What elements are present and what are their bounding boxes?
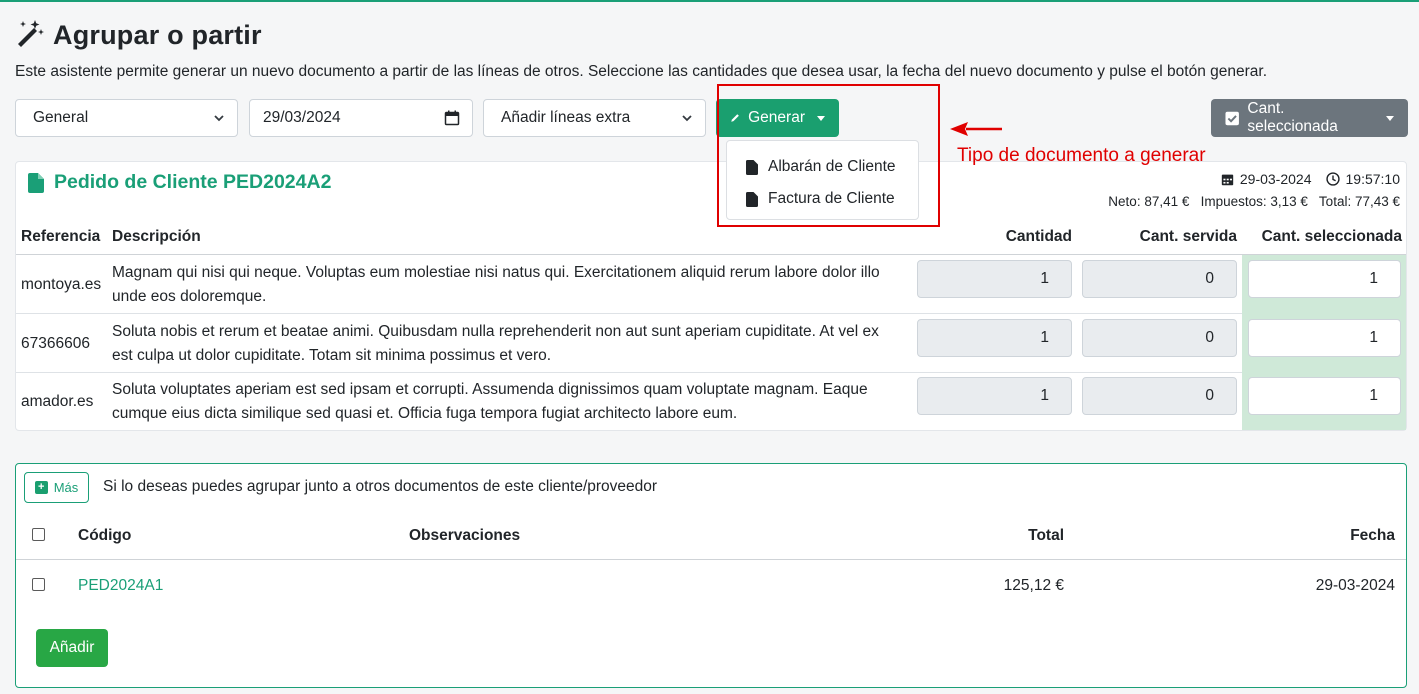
line-ref: 67366606	[21, 335, 90, 352]
group-col-date: Fecha	[1350, 527, 1395, 544]
line-ref: amador.es	[21, 393, 94, 410]
annotation-highlight-box	[717, 84, 940, 227]
line-served-input: 0	[1082, 260, 1237, 298]
row-checkbox[interactable]	[32, 578, 45, 591]
col-header-served: Cant. servida	[1139, 228, 1237, 245]
line-desc-2: cumque eius dicta similique sed quasi et…	[112, 405, 738, 422]
line-selected-input[interactable]: 1	[1248, 319, 1401, 357]
line-qty-input: 1	[917, 377, 1072, 415]
type-select[interactable]: General	[15, 99, 238, 137]
line-desc-2: est culpa ut dolor cupiditate. Totam sit…	[112, 347, 552, 364]
document-code-link[interactable]: PED2024A1	[78, 577, 163, 595]
chevron-down-icon	[214, 115, 224, 122]
date-input[interactable]: 29/03/2024	[249, 99, 473, 137]
date-input-value: 29/03/2024	[263, 109, 341, 126]
document-title-text: Pedido de Cliente PED2024A2	[54, 171, 332, 193]
line-desc-1: Magnam qui nisi qui neque. Voluptas eum …	[112, 264, 880, 281]
checkbox-checked-icon	[1225, 111, 1239, 125]
selected-qty-button[interactable]: Cant. seleccionada	[1211, 99, 1408, 137]
chevron-down-icon	[682, 115, 692, 122]
line-ref: montoya.es	[21, 276, 102, 293]
calendar-icon[interactable]	[444, 110, 460, 126]
annotation-text: Tipo de documento a generar	[957, 145, 1206, 166]
row-divider	[16, 372, 1242, 373]
col-header-selected: Cant. seleccionada	[1261, 228, 1402, 245]
group-col-total: Total	[1028, 527, 1064, 544]
line-qty-input: 1	[917, 319, 1072, 357]
page-intro: Este asistente permite generar un nuevo …	[15, 63, 1267, 80]
document-totals: Neto: 87,41 € Impuestos: 3,13 € Total: 7…	[1108, 194, 1400, 209]
group-hint: Si lo deseas puedes agrupar junto a otro…	[103, 478, 658, 495]
extra-lines-select[interactable]: Añadir líneas extra	[483, 99, 706, 137]
caret-down-icon	[1386, 115, 1394, 121]
document-date: 29-03-2024	[1315, 577, 1395, 594]
document-date: 29-03-2024	[1239, 171, 1312, 187]
selected-qty-button-label: Cant. seleccionada	[1247, 100, 1338, 135]
extra-lines-select-value: Añadir líneas extra	[501, 109, 631, 126]
row-divider	[16, 313, 1242, 314]
col-header-qty: Cantidad	[1005, 228, 1072, 245]
document-time: 19:57:10	[1345, 171, 1401, 187]
calendar-icon	[1221, 174, 1234, 185]
top-accent-line	[0, 0, 1419, 2]
clock-icon	[1325, 172, 1340, 186]
line-desc-1: Soluta nobis et rerum et beatae animi. Q…	[112, 323, 879, 340]
type-select-value: General	[33, 109, 89, 126]
page-title: Agrupar o partir	[53, 20, 262, 50]
line-desc-1: Soluta voluptates aperiam est sed ipsam …	[112, 381, 868, 398]
group-header-divider	[16, 559, 1406, 560]
magic-wand-icon	[15, 18, 45, 53]
page-header: Agrupar o partir	[15, 18, 262, 53]
table-header-divider	[16, 254, 1406, 255]
col-header-desc: Descripción	[112, 228, 201, 245]
more-button-label: Más	[53, 480, 79, 495]
line-served-input: 0	[1082, 319, 1237, 357]
document-title[interactable]: Pedido de Cliente PED2024A2	[28, 171, 331, 194]
group-documents-card	[15, 463, 1407, 688]
file-icon	[28, 172, 44, 193]
document-total: 125,12 €	[1003, 577, 1064, 594]
line-selected-input[interactable]: 1	[1248, 377, 1401, 415]
plus-square-icon: +	[34, 481, 48, 494]
document-datetime: 29-03-2024 19:57:10	[1221, 171, 1400, 187]
line-desc-2: unde eos doloremque.	[112, 288, 267, 305]
line-served-input: 0	[1082, 377, 1237, 415]
line-qty-input: 1	[917, 260, 1072, 298]
group-col-notes: Observaciones	[409, 527, 521, 544]
arrow-left-icon	[950, 122, 1002, 136]
line-selected-input[interactable]: 1	[1248, 260, 1401, 298]
select-all-checkbox[interactable]	[32, 528, 45, 541]
group-col-code: Código	[78, 527, 132, 544]
more-button[interactable]: + Más	[24, 472, 89, 503]
col-header-ref: Referencia	[21, 228, 101, 245]
add-button[interactable]: Añadir	[36, 629, 108, 667]
